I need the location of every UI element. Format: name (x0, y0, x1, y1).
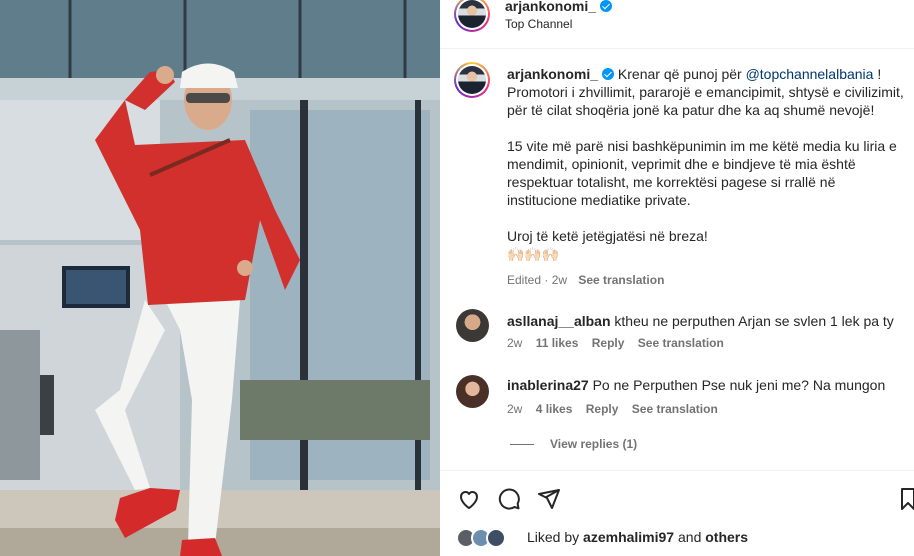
likers-avatars[interactable] (456, 528, 512, 548)
caption-username[interactable]: arjankonomi_ (507, 66, 598, 82)
commenter-username[interactable]: asllanaj__alban (507, 313, 611, 329)
post-pane: arjankonomi_ Top Channel arjankonomi_ Kr… (440, 0, 914, 556)
commenter-username[interactable]: inablerina27 (507, 377, 589, 393)
comment-see-translation[interactable]: See translation (632, 402, 718, 416)
comment-age: 2w (507, 336, 523, 350)
verified-icon (602, 68, 615, 80)
view-replies-label: View replies (1) (550, 437, 638, 451)
reply-button[interactable]: Reply (586, 402, 619, 416)
bookmark-icon[interactable] (900, 487, 914, 511)
liked-by-joiner: and (678, 529, 702, 545)
replies-divider (510, 444, 534, 445)
comment-likes[interactable]: 4 likes (536, 402, 573, 416)
verified-icon (600, 0, 613, 12)
post-caption: arjankonomi_ Krenar që punoj për @topcha… (507, 65, 907, 289)
caption-paragraph-2: 15 vite më parë nisi bashkëpunimin im me… (507, 138, 897, 208)
liked-by-user[interactable]: azemhalimi97 (583, 529, 674, 545)
comment-likes[interactable]: 11 likes (536, 336, 579, 350)
commenter-avatar[interactable] (456, 309, 489, 342)
comment-age: 2w (507, 402, 523, 416)
caption-see-translation[interactable]: See translation (578, 273, 664, 287)
comment-icon[interactable] (497, 487, 521, 511)
liked-by-prefix: Liked by (527, 529, 580, 545)
post-header: arjankonomi_ Top Channel (440, 0, 914, 49)
comment-see-translation[interactable]: See translation (638, 336, 724, 350)
caption-author-avatar[interactable] (454, 62, 490, 98)
share-icon[interactable] (537, 487, 561, 511)
caption-paragraph-3: Uroj të ketë jetëgjatësi në breza! (507, 228, 708, 244)
commenter-avatar[interactable] (456, 375, 489, 408)
edited-timestamp: Edited · 2w (507, 273, 568, 287)
post-photo-illustration (0, 0, 440, 556)
comment-text: ktheu ne perputhen Arjan se svlen 1 lek … (614, 313, 894, 329)
comment-item: inablerina27 Po ne Perputhen Pse nuk jen… (456, 374, 906, 424)
post-actions: Liked by azemhalimi97 and others (440, 470, 914, 556)
heart-icon[interactable] (457, 487, 481, 511)
caption-mention-link[interactable]: @topchannelalbania (746, 66, 874, 82)
comment-item: asllanaj__alban ktheu ne perputhen Arjan… (456, 308, 906, 358)
post-location[interactable]: Top Channel (505, 17, 572, 31)
caption-emoji: 🙌🏻🙌🏻🙌🏻 (507, 246, 560, 262)
reply-button[interactable]: Reply (592, 336, 625, 350)
liked-by-others[interactable]: others (705, 529, 748, 545)
author-avatar[interactable] (454, 0, 490, 32)
caption-lead: Krenar që punoj për (617, 66, 742, 82)
author-username[interactable]: arjankonomi_ (505, 0, 596, 14)
comment-text: Po ne Perputhen Pse nuk jeni me? Na mung… (592, 377, 886, 393)
view-replies-button[interactable]: View replies (1) (510, 437, 637, 451)
post-photo (0, 0, 440, 556)
